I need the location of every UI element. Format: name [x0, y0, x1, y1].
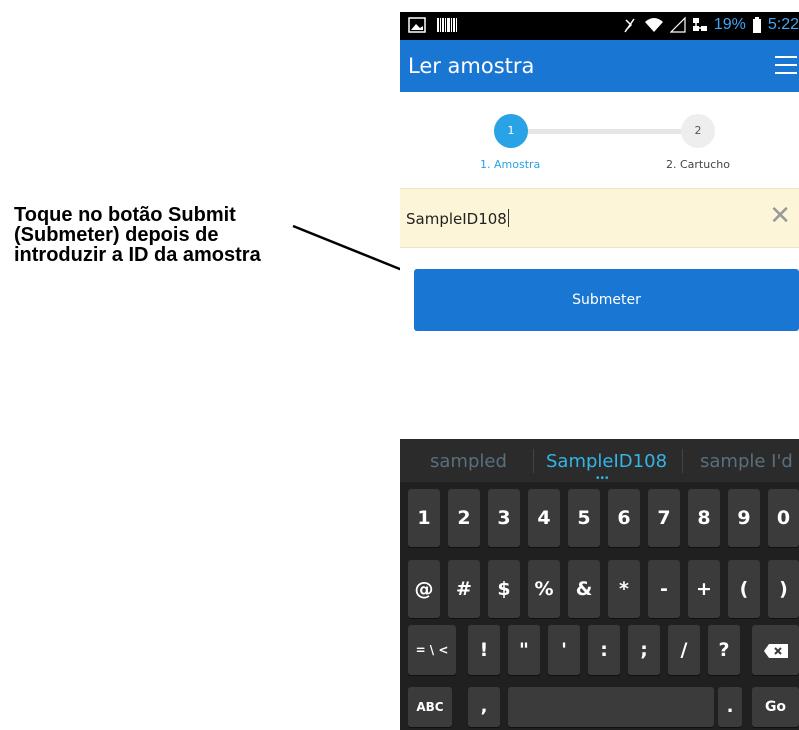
key-period[interactable]: .: [718, 687, 742, 727]
stepper: 1 2 1. Amostra 2. Cartucho: [400, 92, 799, 188]
sample-id-value: SampleID108: [406, 210, 507, 228]
key-1[interactable]: 1: [408, 489, 440, 547]
backspace-key[interactable]: [752, 625, 799, 675]
soft-keyboard: sampled SampleID108 ••• sample I'd 1 2 3…: [400, 439, 799, 730]
key-more-symbols[interactable]: = \ <: [408, 625, 456, 675]
signal-icon: [669, 16, 686, 33]
spacebar[interactable]: [508, 687, 714, 727]
key-ampersand[interactable]: &: [568, 560, 600, 618]
key-question[interactable]: ?: [708, 625, 740, 675]
key-single-quote[interactable]: ': [548, 625, 580, 675]
key-4[interactable]: 4: [528, 489, 560, 547]
key-6[interactable]: 6: [608, 489, 640, 547]
status-bar: 19% 5:22: [400, 12, 799, 40]
key-at[interactable]: @: [408, 560, 440, 618]
step-1-indicator[interactable]: 1: [494, 114, 528, 148]
key-semicolon[interactable]: ;: [628, 625, 660, 675]
key-8[interactable]: 8: [688, 489, 720, 547]
page-title: Ler amostra: [408, 54, 535, 78]
battery-percentage: 19%: [713, 16, 746, 33]
key-percent[interactable]: %: [528, 560, 560, 618]
submit-button[interactable]: Submeter: [414, 269, 799, 331]
image-icon: [408, 17, 426, 33]
key-open-paren[interactable]: (: [728, 560, 760, 618]
backspace-icon: [763, 643, 788, 658]
app-bar: Ler amostra: [400, 40, 799, 92]
key-3[interactable]: 3: [488, 489, 520, 547]
barcode-icon: [437, 18, 457, 32]
key-0[interactable]: 0: [768, 489, 799, 547]
key-comma[interactable]: ,: [468, 687, 500, 727]
key-2[interactable]: 2: [448, 489, 480, 547]
phone-screen: 19% 5:22 Ler amostra 1 2 1. Amostra 2. C…: [400, 12, 799, 730]
key-7[interactable]: 7: [648, 489, 680, 547]
key-exclamation[interactable]: !: [468, 625, 500, 675]
hamburger-menu-icon[interactable]: [775, 56, 797, 74]
suggestion-item[interactable]: SampleID108: [546, 451, 667, 472]
key-colon[interactable]: :: [588, 625, 620, 675]
step-2-label: 2. Cartucho: [666, 158, 730, 171]
wifi-icon: [644, 18, 663, 32]
stepper-connector: [512, 129, 698, 134]
sample-id-input[interactable]: SampleID108 ✕: [400, 188, 799, 248]
key-slash[interactable]: /: [668, 625, 700, 675]
key-plus[interactable]: +: [688, 560, 720, 618]
key-dollar[interactable]: $: [488, 560, 520, 618]
suggestion-strip: sampled SampleID108 ••• sample I'd: [400, 439, 799, 484]
key-double-quote[interactable]: ": [508, 625, 540, 675]
more-suggestions-icon: •••: [596, 473, 610, 484]
key-minus[interactable]: -: [648, 560, 680, 618]
battery-icon: [752, 17, 761, 33]
step-1-label: 1. Amostra: [480, 158, 541, 171]
network-icon: [692, 18, 707, 31]
key-5[interactable]: 5: [568, 489, 600, 547]
key-close-paren[interactable]: ): [768, 560, 799, 618]
clock: 5:22: [767, 16, 799, 33]
key-hash[interactable]: #: [448, 560, 480, 618]
step-2-indicator[interactable]: 2: [681, 114, 715, 148]
text-cursor: [507, 209, 509, 227]
mute-icon: [624, 18, 635, 33]
key-9[interactable]: 9: [728, 489, 760, 547]
go-key[interactable]: Go: [752, 687, 799, 727]
key-abc[interactable]: ABC: [408, 687, 452, 727]
key-asterisk[interactable]: *: [608, 560, 640, 618]
suggestion-item[interactable]: sample I'd: [700, 451, 793, 472]
clear-icon[interactable]: ✕: [769, 202, 791, 228]
suggestion-item[interactable]: sampled: [430, 451, 507, 472]
